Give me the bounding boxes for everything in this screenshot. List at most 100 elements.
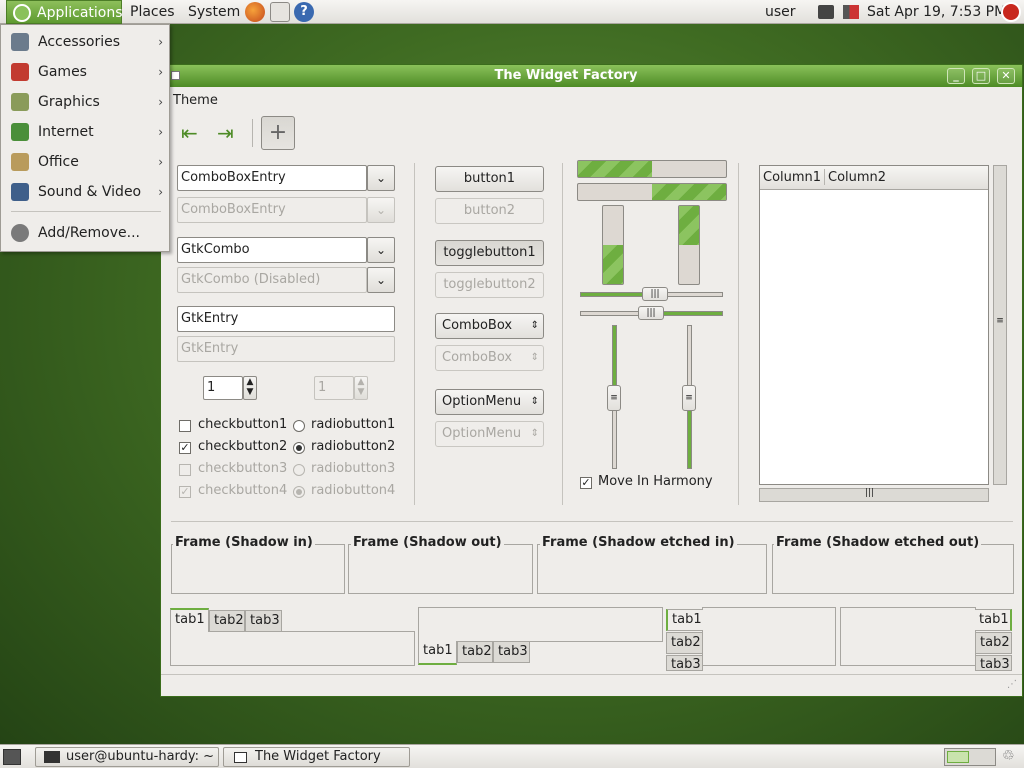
go-forward-icon[interactable]: ⇥ — [217, 122, 243, 144]
column-separator — [414, 163, 415, 505]
spin-arrows-icon: ▲ ▼ — [354, 376, 368, 400]
workspace-switcher[interactable] — [944, 748, 996, 766]
menu-item-office[interactable]: Office › — [1, 147, 169, 177]
widget-factory-window: The Widget Factory _ □ ✕ Theme ⇤ ⇥ + Com… — [160, 64, 1023, 697]
move-in-harmony-checkbox[interactable]: ✓ — [580, 477, 592, 489]
checkbutton2[interactable]: ✓ — [179, 442, 191, 454]
show-desktop-icon[interactable] — [3, 749, 21, 765]
applications-dropdown: Accessories › Games › Graphics › Internet › Offi… — [0, 24, 170, 252]
checkbutton1[interactable] — [179, 420, 191, 432]
gtkcombo[interactable]: GtkCombo — [177, 237, 367, 263]
hscale-1-slider[interactable]: ||| — [642, 287, 668, 301]
submenu-arrow-icon: › — [158, 65, 163, 79]
user-switcher[interactable]: user — [758, 0, 803, 24]
volume-muted-icon[interactable] — [843, 5, 859, 19]
notebook-right-tab2[interactable]: tab2 — [975, 632, 1012, 654]
notebook-bottom-tab3[interactable]: tab3 — [493, 641, 530, 663]
treeview[interactable]: Column1 Column2 — [759, 165, 989, 485]
menu-theme[interactable]: Theme — [173, 93, 218, 108]
scrollbar-grip[interactable]: ≡ — [995, 316, 1005, 326]
combobox[interactable]: ComboBox ⇕ — [435, 313, 544, 339]
spin-button-1[interactable]: 1 — [203, 376, 243, 400]
frame-shadow-etched-out-label: Frame (Shadow etched out) — [774, 535, 982, 550]
scrollbar-grip[interactable]: ||| — [865, 488, 874, 498]
shutdown-icon[interactable] — [1001, 2, 1021, 22]
trash-icon[interactable]: ♲ — [1002, 748, 1018, 766]
menu-separator — [11, 211, 161, 212]
menu-item-add-remove[interactable]: Add/Remove... — [1, 218, 169, 248]
submenu-arrow-icon: › — [158, 185, 163, 199]
horizontal-scrollbar[interactable]: ||| — [759, 488, 989, 502]
menu-item-label: Internet — [38, 124, 94, 140]
workspace-1[interactable] — [947, 751, 969, 763]
menu-item-label: Add/Remove... — [38, 225, 140, 241]
notebook-top-tab2[interactable]: tab2 — [209, 610, 245, 632]
frame-shadow-in-label: Frame (Shadow in) — [173, 535, 315, 550]
notebook-bottom-tab2[interactable]: tab2 — [457, 641, 493, 663]
go-back-icon[interactable]: ⇤ — [181, 122, 207, 144]
comboboxentry[interactable]: ComboBoxEntry — [177, 165, 367, 191]
vscale-2-slider[interactable]: ≡ — [682, 385, 696, 411]
checkbutton3-label: checkbutton3 — [198, 461, 288, 476]
chevron-down-icon[interactable]: ⌄ — [367, 165, 395, 191]
minimize-button[interactable]: _ — [947, 68, 965, 84]
menu-item-graphics[interactable]: Graphics › — [1, 87, 169, 117]
chevron-down-icon[interactable]: ⌄ — [367, 267, 395, 293]
vertical-scrollbar[interactable]: ≡ — [993, 165, 1007, 485]
menu-item-accessories[interactable]: Accessories › — [1, 27, 169, 57]
updown-icon: ⇕ — [530, 320, 539, 331]
progressbar-v2-fill — [679, 206, 699, 245]
optionmenu[interactable]: OptionMenu ⇕ — [435, 389, 544, 415]
titlebar[interactable]: The Widget Factory _ □ ✕ — [161, 65, 1022, 87]
chevron-down-icon[interactable]: ⌄ — [367, 237, 395, 263]
menu-item-games[interactable]: Games › — [1, 57, 169, 87]
hscale-2-slider[interactable]: ||| — [638, 306, 664, 320]
firefox-icon[interactable] — [245, 2, 265, 22]
gtkentry[interactable]: GtkEntry — [177, 306, 395, 332]
column2-header[interactable]: Column2 — [828, 170, 886, 185]
menu-item-internet[interactable]: Internet › — [1, 117, 169, 147]
taskbar-terminal-label: user@ubuntu-hardy: ~ — [66, 749, 215, 764]
maximize-button[interactable]: □ — [972, 68, 990, 84]
notebook-top — [170, 631, 415, 666]
notebook-left-tab1[interactable]: tab1 — [666, 609, 703, 631]
mail-icon[interactable] — [270, 2, 290, 22]
notebook-bottom-tab1[interactable]: tab1 — [418, 641, 457, 665]
taskbar-terminal[interactable]: user@ubuntu-hardy: ~ — [35, 747, 219, 767]
clock[interactable]: Sat Apr 19, 7:53 PM — [860, 0, 1013, 24]
progressbar-v1-fill — [603, 245, 623, 284]
applications-menu[interactable]: Applications — [6, 0, 123, 24]
radiobutton1[interactable] — [293, 420, 305, 432]
close-button[interactable]: ✕ — [997, 68, 1015, 84]
column1-header[interactable]: Column1 — [763, 170, 821, 185]
vscale-1-slider[interactable]: ≡ — [607, 385, 621, 411]
togglebutton2: togglebutton2 — [435, 272, 544, 298]
notebook-left-tab3[interactable]: tab3 — [666, 655, 703, 671]
network-icon[interactable] — [818, 5, 834, 19]
notebook-right-tab3[interactable]: tab3 — [975, 655, 1012, 671]
frame-shadow-in — [171, 544, 345, 594]
optionmenu-label: OptionMenu — [442, 394, 522, 409]
notebook-top-tab3[interactable]: tab3 — [245, 610, 282, 632]
checkbutton2-label: checkbutton2 — [198, 439, 288, 454]
updown-icon: ⇕ — [530, 352, 539, 363]
add-icon[interactable]: + — [261, 116, 295, 150]
resize-grip-icon[interactable]: ⋰ — [1007, 679, 1017, 690]
radiobutton2[interactable] — [293, 442, 305, 454]
places-menu[interactable]: Places — [123, 0, 182, 24]
notebook-left-tab2[interactable]: tab2 — [666, 632, 703, 654]
help-icon[interactable]: ? — [294, 2, 314, 22]
togglebutton1[interactable]: togglebutton1 — [435, 240, 544, 266]
notebook-top-tab1[interactable]: tab1 — [170, 608, 209, 632]
spin-arrows-icon[interactable]: ▲ ▼ — [243, 376, 257, 400]
button1[interactable]: button1 — [435, 166, 544, 192]
system-menu[interactable]: System — [181, 0, 247, 24]
radiobutton2-label: radiobutton2 — [311, 439, 396, 454]
notebook-right-tab1[interactable]: tab1 — [975, 609, 1012, 631]
notebook-right — [840, 607, 976, 666]
taskbar-widget-factory[interactable]: The Widget Factory — [223, 747, 410, 767]
menu-item-label: Office — [38, 154, 79, 170]
menu-item-sound-video[interactable]: Sound & Video › — [1, 177, 169, 207]
bottom-panel: user@ubuntu-hardy: ~ The Widget Factory … — [0, 744, 1024, 768]
progressbar-v1 — [602, 205, 624, 285]
